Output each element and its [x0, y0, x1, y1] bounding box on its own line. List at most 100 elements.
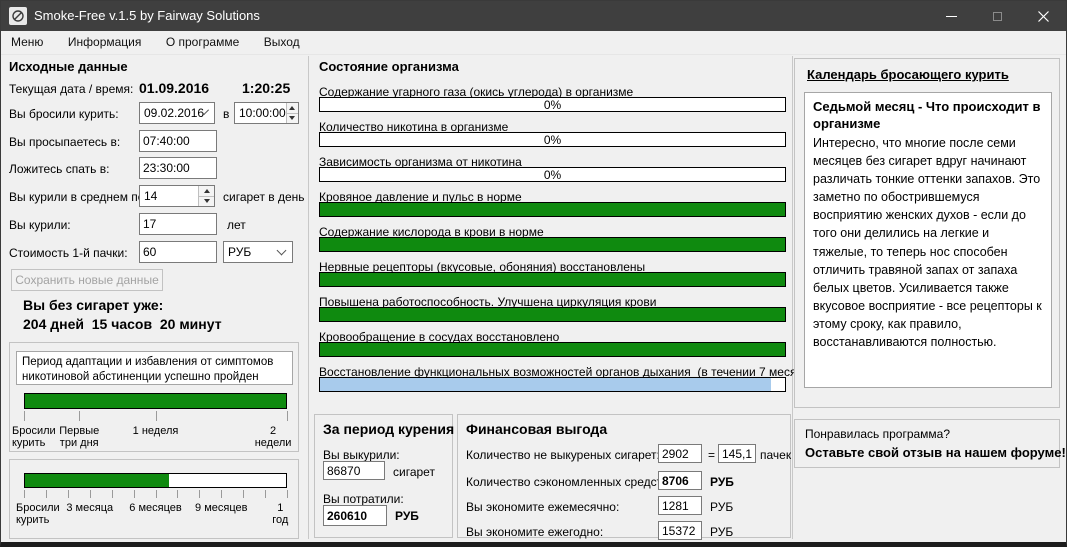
maximize-icon	[993, 12, 1002, 21]
quit-date-combobox[interactable]: 09.02.2016	[139, 102, 215, 124]
financial-row-label: Количество сэкономленных средств:	[466, 475, 672, 489]
quit-date-value: 09.02.2016	[144, 106, 204, 120]
tick-label: 9 месяцев	[195, 502, 247, 514]
currency-combobox[interactable]: РУБ	[223, 241, 293, 263]
feedback-question: Понравилась программа?	[805, 427, 950, 441]
currency-value: РУБ	[228, 245, 278, 259]
divider	[792, 56, 793, 539]
tick-label: 2 недели	[255, 425, 292, 449]
window-title: Smoke-Free v.1.5 by Fairway Solutions	[34, 1, 260, 31]
calendar-title: Календарь бросающего курить	[807, 67, 1009, 82]
chevron-down-icon	[277, 246, 287, 256]
sleep-time-label: Ложитесь спать в:	[9, 162, 109, 176]
smoked-count-input[interactable]	[323, 461, 385, 480]
source-data-title: Исходные данные	[9, 59, 128, 74]
app-icon	[9, 7, 27, 25]
tick-label: 3 месяца	[66, 502, 113, 514]
spinner-up-down-icon[interactable]	[198, 186, 214, 206]
financial-row-label: Вы экономите ежегодно:	[466, 525, 603, 539]
packs-input[interactable]	[718, 444, 756, 463]
adaptation-tick-labels: Бросили курить Первые три дня 1 неделя 2…	[24, 425, 287, 451]
wake-time-label: Вы просыпаетесь в:	[9, 135, 120, 149]
divider	[308, 56, 309, 539]
quit-date-label: Вы бросили курить:	[9, 107, 119, 121]
calendar-entry-text: Интересно, что многие после семи месяцев…	[813, 134, 1043, 352]
years-smoked-label: Вы курили:	[9, 218, 71, 232]
quit-time-value: 10:00:00	[235, 103, 286, 123]
progress-bar-nicotine: 0%	[319, 132, 786, 147]
wake-time-input[interactable]	[139, 130, 217, 152]
progress-bar-blood-pressure	[319, 202, 786, 217]
currency-label: РУБ	[710, 500, 733, 514]
spent-label: Вы потратили:	[323, 492, 404, 506]
calendar-groupbox: Календарь бросающего курить Седьмой меся…	[794, 58, 1060, 408]
sleep-time-input[interactable]	[139, 157, 217, 179]
calendar-entry-title: Седьмой месяц - Что происходит в организ…	[813, 99, 1043, 133]
adaptation-progress-bar	[24, 393, 287, 409]
progress-bar-breathing	[319, 377, 786, 392]
spinner-up-down-icon[interactable]	[286, 103, 298, 123]
close-icon	[1038, 11, 1049, 22]
pack-cost-input[interactable]	[139, 241, 217, 263]
currency-label: РУБ	[710, 525, 733, 539]
smoking-period-title: За период курения	[323, 421, 454, 437]
progress-bar-circulation	[319, 307, 786, 322]
avg-cigs-spinner[interactable]: 14	[139, 185, 215, 207]
tick-label: Бросили курить	[12, 425, 56, 449]
minimize-button[interactable]	[928, 1, 974, 31]
tick-label: 1 неделя	[133, 425, 179, 437]
saved-money-input[interactable]	[658, 471, 702, 490]
smoking-period-groupbox: За период курения Вы выкурили: сигарет В…	[314, 414, 453, 538]
avg-cigs-suffix: сигарет в день	[223, 190, 305, 204]
years-smoked-input[interactable]	[139, 213, 217, 235]
feedback-groupbox: Понравилась программа? Оставьте свой отз…	[794, 419, 1060, 468]
tick-label: 6 месяцев	[129, 502, 181, 514]
progress-bar-receptors	[319, 272, 786, 287]
close-button[interactable]	[1020, 1, 1066, 31]
calendar-entry-box: Седьмой месяц - Что происходит в организ…	[804, 92, 1052, 388]
adaptation-tick-marks	[24, 411, 287, 423]
financial-row-label: Количество не выкуреных сигарет:	[466, 448, 660, 462]
current-datetime-label: Текущая дата / время:	[9, 82, 133, 96]
maximize-button[interactable]	[974, 1, 1020, 31]
spent-amount-input[interactable]	[323, 505, 387, 526]
feedback-cta[interactable]: Оставьте свой отзыв на нашем форуме!	[805, 445, 1066, 460]
minimize-icon	[946, 16, 957, 17]
avg-cigs-value: 14	[140, 186, 198, 206]
menu-item-information[interactable]: Информация	[58, 31, 151, 54]
menu-item-about[interactable]: О программе	[156, 31, 249, 54]
avg-cigs-label: Вы курили в среднем по:	[9, 190, 148, 204]
menu-bar: Меню Информация О программе Выход	[1, 31, 1066, 55]
unsmoked-cigs-input[interactable]	[658, 444, 702, 463]
title-bar: Smoke-Free v.1.5 by Fairway Solutions	[1, 1, 1066, 31]
body-state-title: Состояние организма	[319, 59, 459, 74]
current-date-value: 01.09.2016	[139, 80, 209, 96]
currency-label: РУБ	[710, 475, 734, 489]
quit-in-label: в	[223, 107, 229, 121]
app-window: Smoke-Free v.1.5 by Fairway Solutions Ме…	[0, 0, 1067, 547]
financial-title: Финансовая выгода	[466, 421, 607, 437]
progress-bar-text: 0%	[320, 98, 785, 111]
adaptation-message: Период адаптации и избавления от симптом…	[16, 351, 293, 385]
menu-item-menu[interactable]: Меню	[1, 31, 53, 54]
tick-label: 1 год	[272, 502, 288, 526]
years-smoked-suffix: лет	[227, 218, 246, 232]
financial-groupbox: Финансовая выгода Количество не выкурены…	[457, 414, 791, 538]
tick-label: Первые три дня	[59, 425, 99, 449]
year-progress-bar	[24, 473, 287, 488]
since-quit-title: Вы без сигарет уже:	[23, 297, 163, 313]
smoked-label: Вы выкурили:	[323, 448, 400, 462]
progress-bar-oxygen	[319, 237, 786, 252]
year-tick-marks	[24, 490, 287, 499]
progress-bar-vessels	[319, 342, 786, 357]
spent-currency: РУБ	[395, 509, 419, 523]
monthly-savings-input[interactable]	[658, 496, 702, 515]
yearly-savings-input[interactable]	[658, 521, 702, 540]
current-time-value: 1:20:25	[242, 80, 290, 96]
quit-time-spinner[interactable]: 10:00:00	[234, 102, 299, 124]
equals-sign: =	[708, 448, 715, 462]
menu-item-exit[interactable]: Выход	[254, 31, 310, 54]
since-quit-value: 204 дней 15 часов 20 минут	[23, 316, 222, 332]
packs-suffix: пачек	[760, 448, 791, 462]
save-button[interactable]: Сохранить новые данные	[11, 269, 163, 291]
